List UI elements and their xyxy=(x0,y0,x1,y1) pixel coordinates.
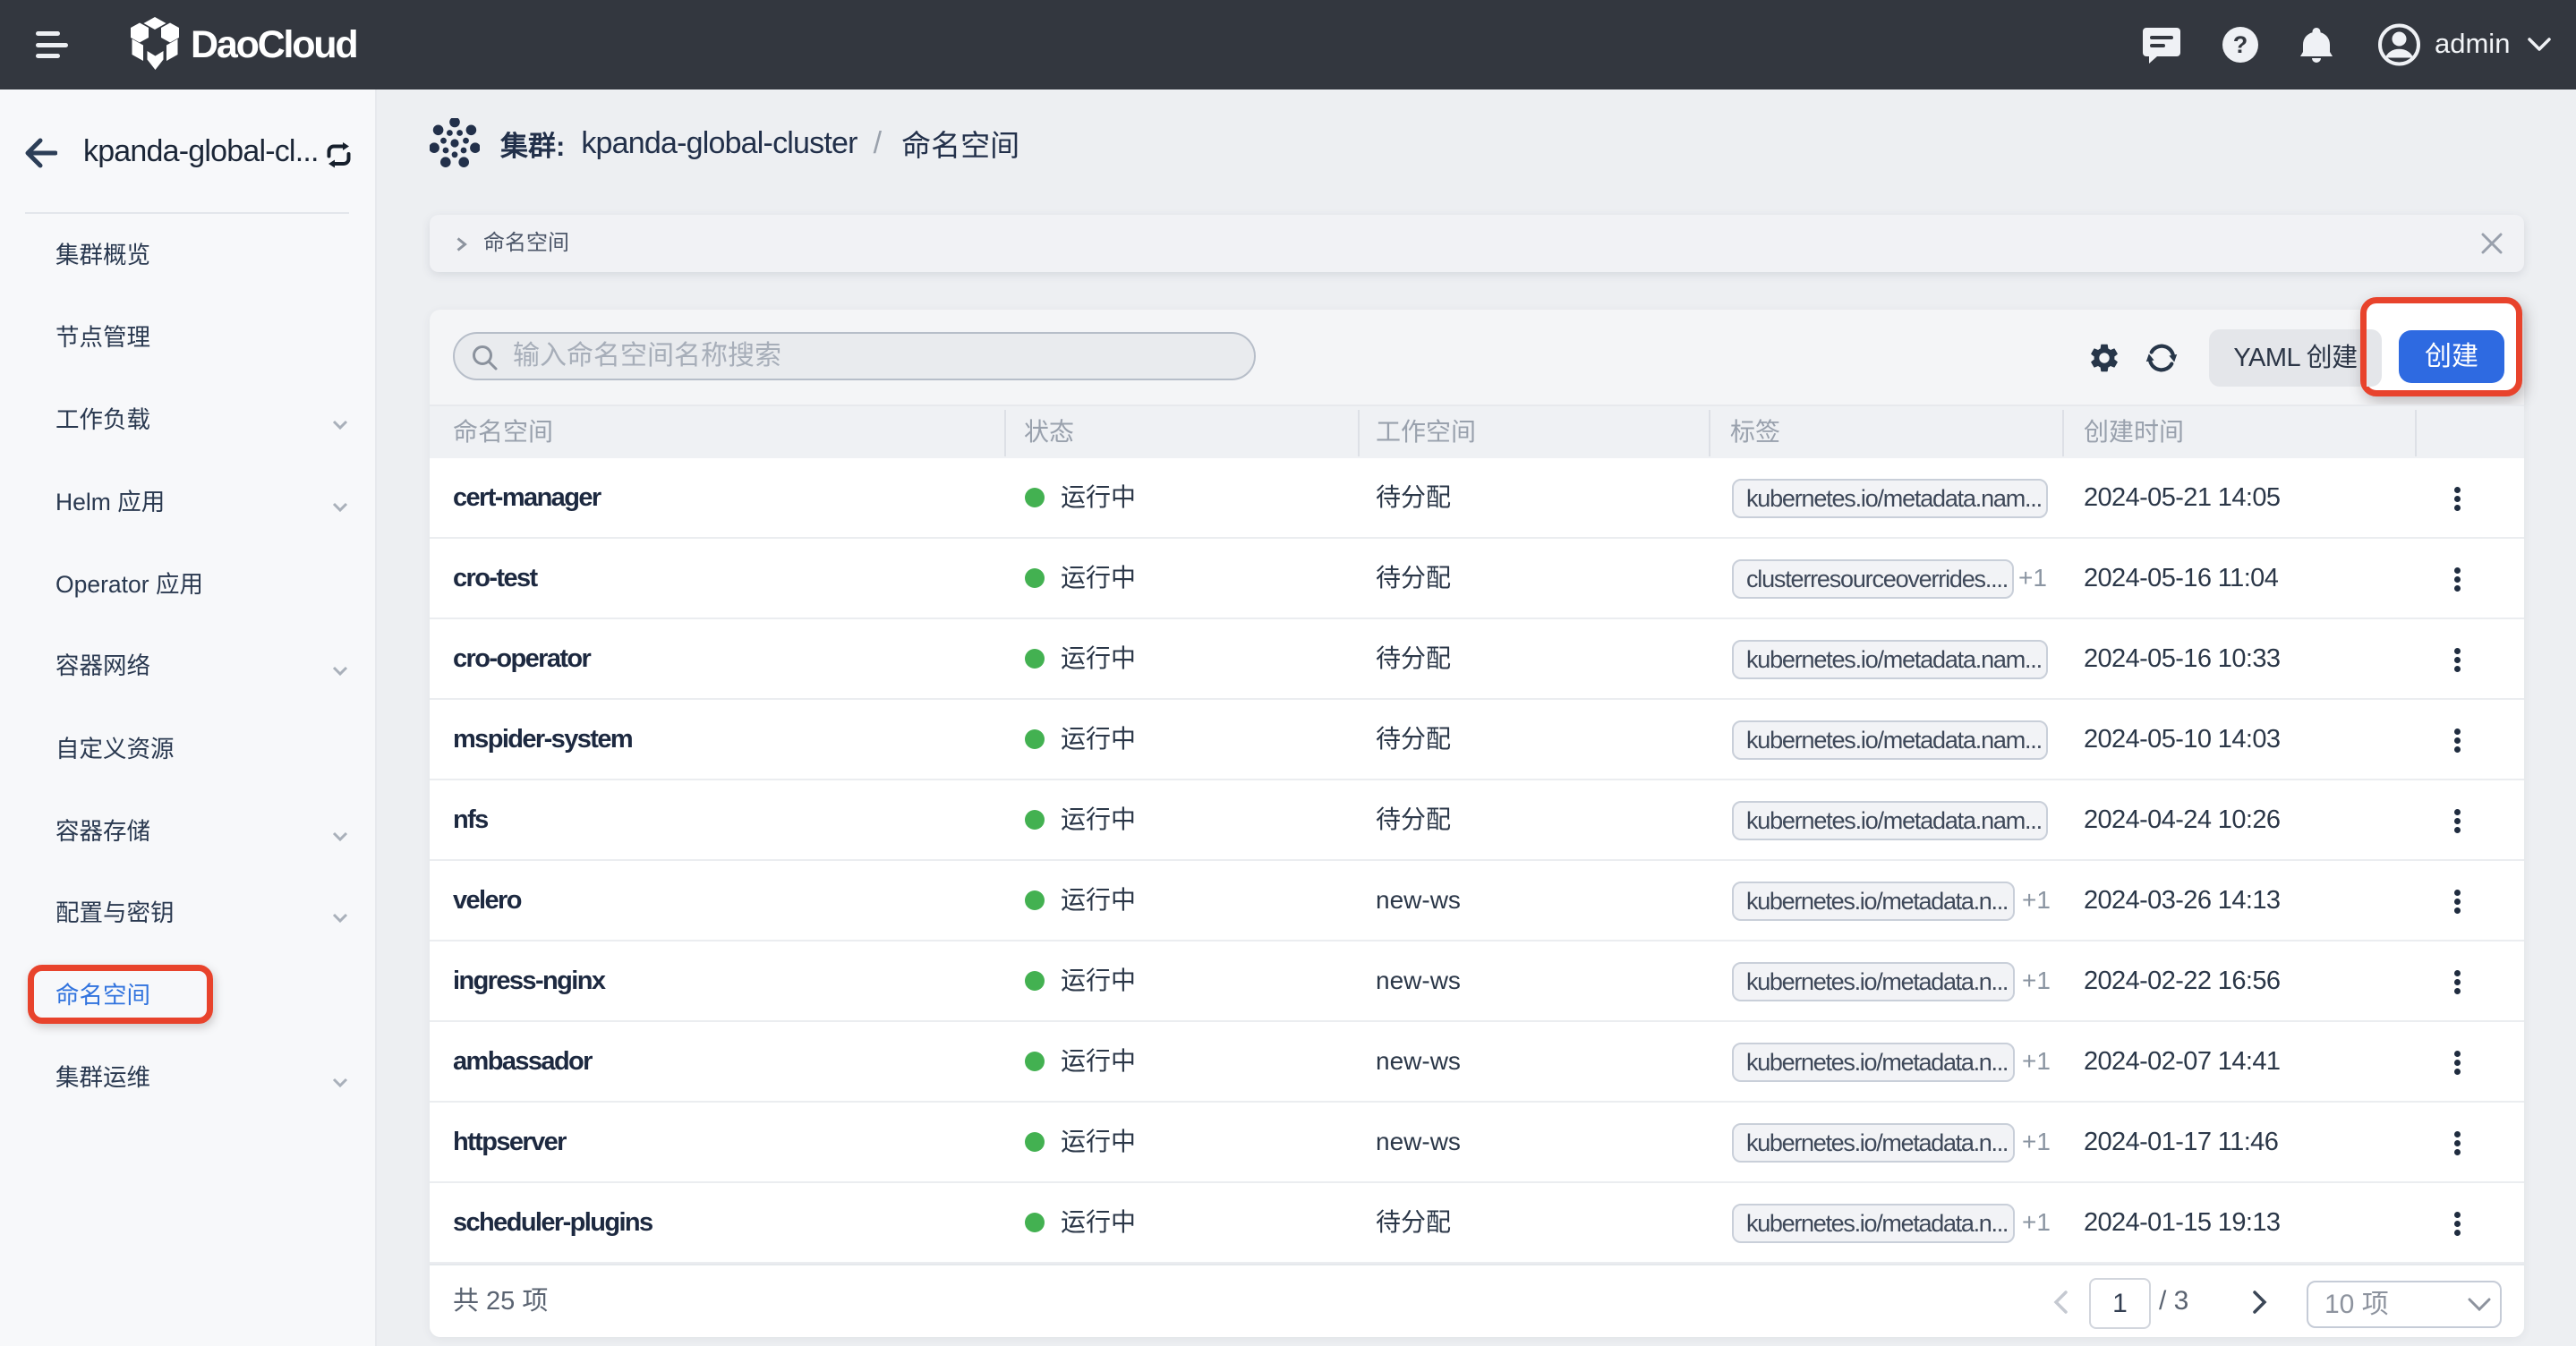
svg-text:?: ? xyxy=(2233,31,2248,58)
